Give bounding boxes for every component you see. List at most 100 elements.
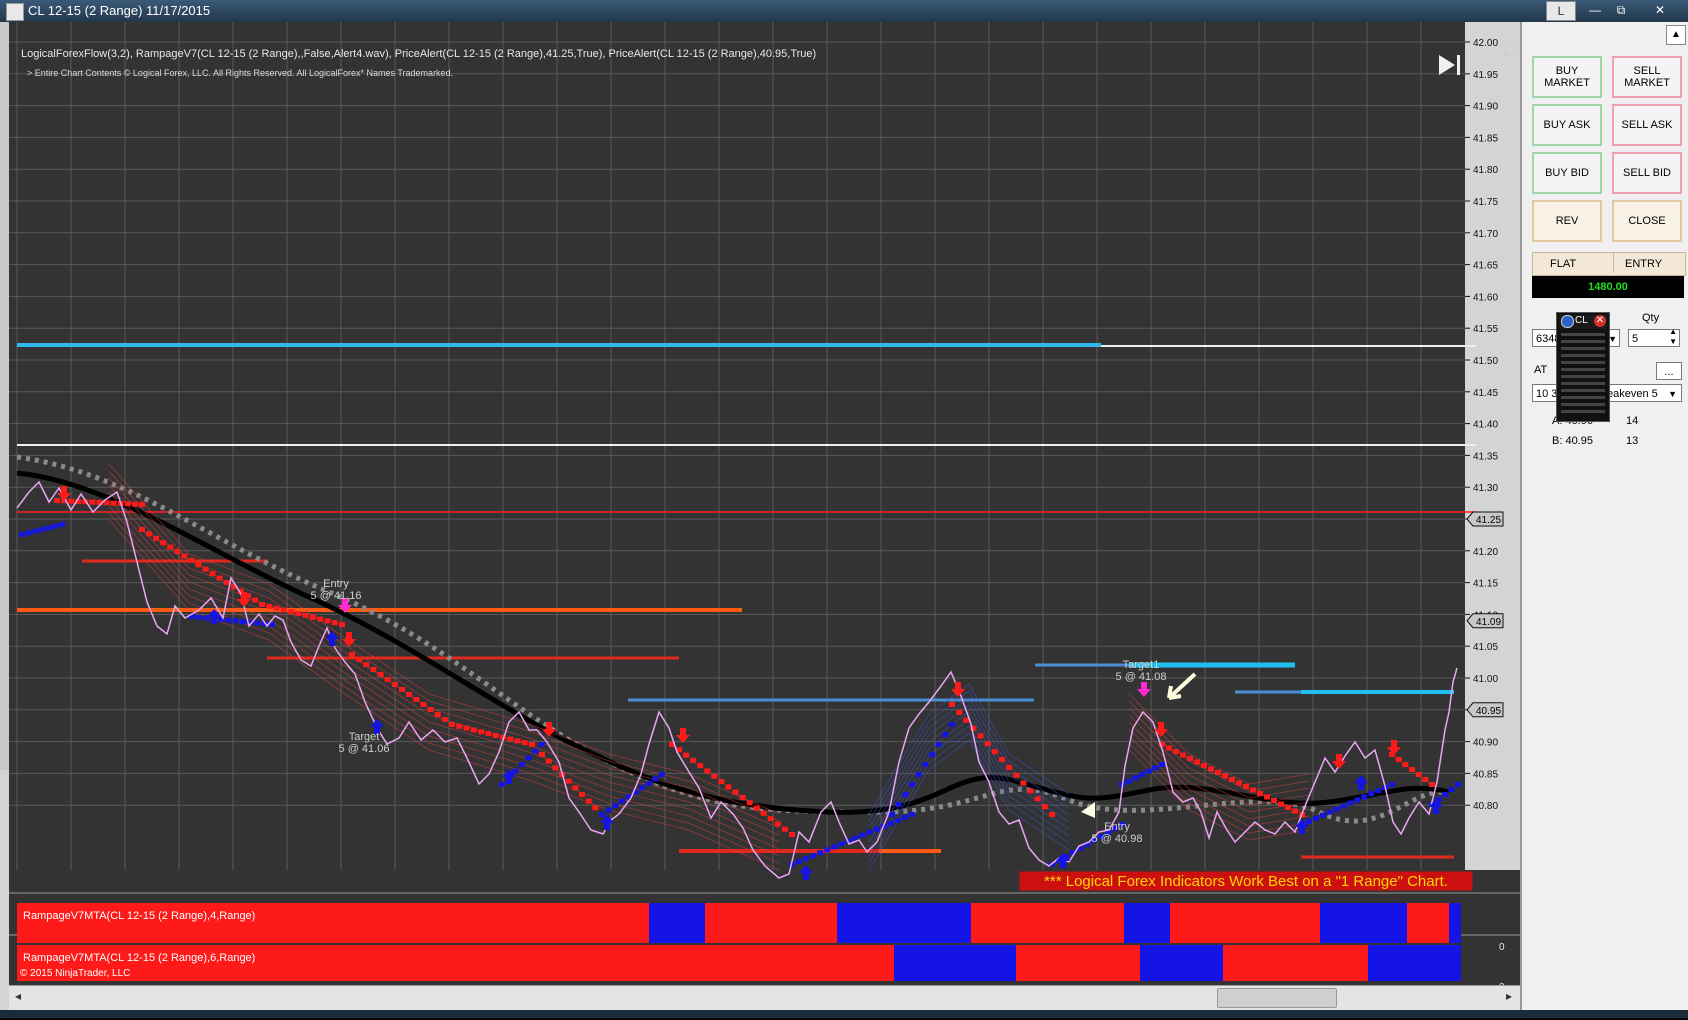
- rampage-dot: [280, 607, 287, 613]
- rampage-dot: [810, 853, 817, 859]
- maximize-icon[interactable]: ⧉: [1608, 1, 1634, 19]
- rampage-dot: [196, 614, 203, 620]
- price-tick-label: 41.40: [1473, 420, 1498, 431]
- globe-icon: [1561, 315, 1574, 328]
- rampage-dot: [949, 722, 955, 727]
- rampage-dot: [1429, 782, 1435, 787]
- rampage-dot: [363, 662, 370, 667]
- atm-label: AT: [1534, 364, 1548, 376]
- price-tick-label: 41.60: [1473, 292, 1498, 303]
- rampage-dot: [565, 778, 572, 784]
- collapse-icon[interactable]: ▲: [1666, 25, 1686, 45]
- close-icon[interactable]: ✕: [1640, 1, 1680, 19]
- sell-ask-button[interactable]: SELL ASK: [1612, 104, 1682, 146]
- price-tick-label: 41.20: [1473, 547, 1498, 558]
- rampage-dot: [434, 712, 441, 717]
- rampage-dot: [922, 762, 929, 767]
- atm-properties-button[interactable]: ...: [1656, 362, 1682, 380]
- rampage-dot: [1013, 772, 1020, 778]
- rampage-dot: [331, 620, 338, 626]
- stepper-arrows-icon[interactable]: ▲ ▼: [1669, 327, 1677, 347]
- rampage-dot: [909, 782, 915, 787]
- rampage-dot: [427, 707, 434, 712]
- rampage-dot: [1305, 818, 1312, 824]
- rampage-dot: [977, 733, 984, 739]
- instrument-popup[interactable]: CL ✕: [1556, 312, 1610, 422]
- rampage-dot: [223, 579, 230, 585]
- mta-segment: [1124, 903, 1170, 943]
- mta-segment: [705, 903, 837, 943]
- rampage-dot: [539, 742, 545, 747]
- popup-row: [1561, 333, 1605, 336]
- price-tick-label: 41.05: [1473, 642, 1498, 653]
- rampage-dot: [929, 752, 935, 757]
- rampage-dot: [139, 527, 145, 532]
- rampage-dot: [859, 832, 866, 838]
- strategy-right: eakeven 5: [1607, 388, 1658, 400]
- ask-size: 14: [1626, 415, 1639, 427]
- popup-row: [1561, 410, 1605, 413]
- rampage-dot: [909, 812, 915, 817]
- rampage-dot: [399, 687, 405, 692]
- mta-segment: [1170, 903, 1320, 943]
- rampage-dot: [259, 602, 265, 607]
- popup-close-icon[interactable]: ✕: [1594, 315, 1606, 327]
- reverse-button[interactable]: REV: [1532, 200, 1602, 242]
- bid-size: 13: [1626, 435, 1639, 447]
- annotation-detail: 5 @ 41.06: [339, 743, 390, 755]
- scroll-right-icon[interactable]: ▸: [1506, 989, 1512, 1003]
- chart-copyright: > Entire Chart Contents © Logical Forex,…: [27, 68, 454, 78]
- buy-market-button[interactable]: BUY MARKET: [1532, 56, 1602, 98]
- rampage-dot: [887, 820, 894, 826]
- rampage-dot: [866, 829, 873, 835]
- rampage-dot: [32, 528, 39, 534]
- chart-scrollbar[interactable]: ◂ ▸: [9, 985, 1520, 1010]
- rampage-dot: [605, 807, 612, 813]
- price-chart[interactable]: 42.00 41.95 41.90 41.85 41.80 41.75 41.70 41.65…: [9, 22, 1520, 1020]
- app-icon: [6, 3, 24, 21]
- buy-bid-button[interactable]: BUY BID: [1532, 152, 1602, 194]
- popup-row: [1561, 403, 1605, 406]
- rampage-dot: [1455, 782, 1461, 787]
- rampage-dot: [1442, 792, 1448, 797]
- rampage-dot: [746, 800, 753, 806]
- buy-ask-button[interactable]: BUY ASK: [1532, 104, 1602, 146]
- rampage-dot: [1229, 777, 1235, 782]
- sell-bid-button[interactable]: SELL BID: [1612, 152, 1682, 194]
- rampage-dot: [999, 757, 1005, 762]
- rampage-dot: [1368, 791, 1375, 797]
- sell-market-button[interactable]: SELL MARKET: [1612, 56, 1682, 98]
- quantity-stepper[interactable]: 5 ▲ ▼: [1628, 327, 1680, 347]
- pane2-label: RampageV7MTA(CL 12-15 (2 Range),6,Range): [23, 952, 256, 964]
- rampage-dot: [153, 535, 160, 541]
- taskbar: [0, 1010, 1688, 1018]
- annotation-title: Entry: [1104, 821, 1130, 833]
- popup-row: [1561, 354, 1605, 357]
- price-tick-label: 41.30: [1473, 483, 1498, 494]
- popup-row: [1561, 347, 1605, 350]
- rampage-dot: [532, 748, 539, 754]
- rampage-dot: [485, 731, 492, 737]
- rampage-dot: [1326, 809, 1333, 815]
- rampage-dot: [188, 557, 195, 563]
- close-position-button[interactable]: CLOSE: [1612, 200, 1682, 242]
- rampage-dot: [1125, 778, 1132, 784]
- rampage-dot: [54, 498, 60, 503]
- rampage-dot: [356, 657, 363, 662]
- scroll-thumb[interactable]: [1217, 988, 1337, 1008]
- rampage-dot: [838, 841, 845, 847]
- banner-text: *** Logical Forex Indicators Work Best o…: [1044, 873, 1448, 890]
- rampage-dot: [1041, 804, 1048, 810]
- rampage-dot: [949, 702, 955, 707]
- minimize-icon[interactable]: —: [1582, 1, 1608, 19]
- pane1-label: RampageV7MTA(CL 12-15 (2 Range),4,Range): [23, 910, 256, 922]
- rampage-dot: [545, 758, 552, 764]
- window-link-button[interactable]: L: [1546, 1, 1576, 21]
- rampage-dot: [519, 762, 525, 767]
- chart-trader-panel: ▲ BUY MARKET SELL MARKET BUY ASK SELL AS…: [1520, 22, 1688, 1010]
- mta-segment: [1016, 945, 1140, 981]
- rampage-dot: [216, 575, 223, 581]
- rampage-dot: [499, 782, 505, 787]
- scroll-left-icon[interactable]: ◂: [15, 989, 21, 1003]
- rampage-dot: [1145, 768, 1152, 774]
